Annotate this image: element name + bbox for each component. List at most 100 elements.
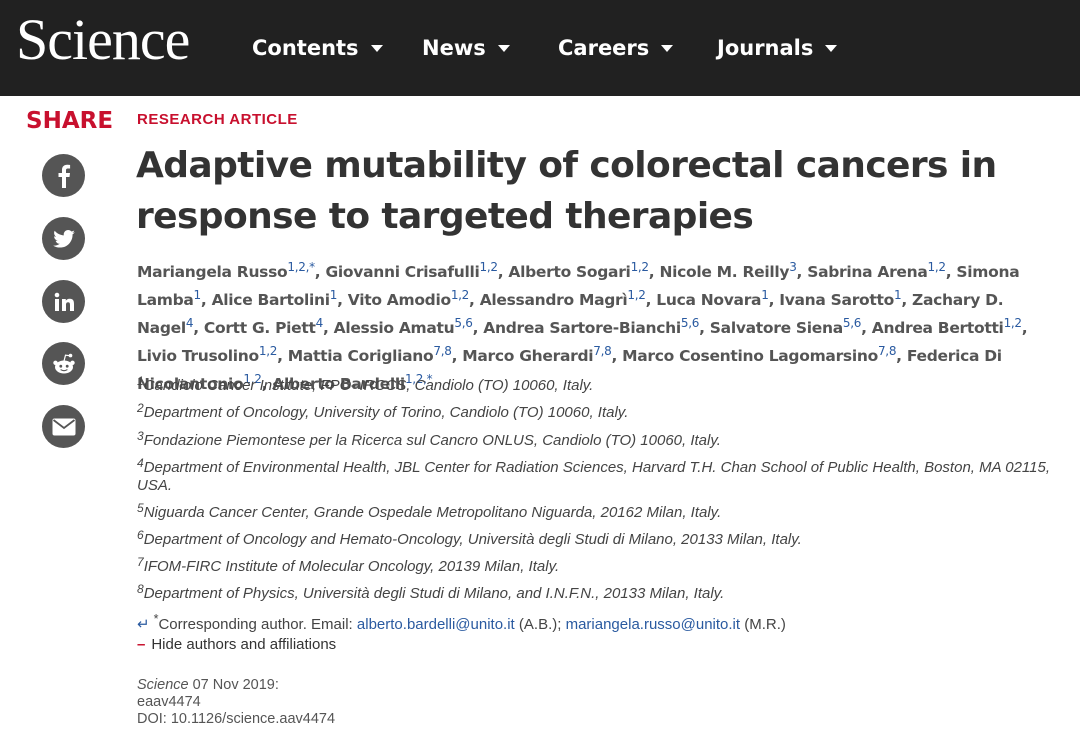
author-affiliation-marker[interactable]: 4 <box>186 316 194 330</box>
author-name[interactable]: Alessandro Magrì <box>480 291 628 309</box>
affiliation-number: 1 <box>137 374 144 388</box>
caret-down-icon <box>370 44 383 52</box>
article-id: eaav4474 <box>137 694 201 710</box>
author-name[interactable]: Vito Amodio <box>348 291 451 309</box>
corresponding-initials: (A.B.); <box>514 616 566 633</box>
author-affiliation-marker[interactable]: 1,2 <box>451 288 469 302</box>
author-affiliation-marker[interactable]: 5,6 <box>681 316 699 330</box>
author-name[interactable]: Andrea Bertotti <box>872 319 1004 337</box>
author-name[interactable]: Luca Novara <box>656 291 761 309</box>
publication-date: 07 Nov 2019: <box>188 677 279 693</box>
author-name[interactable]: Salvatore Siena <box>710 319 843 337</box>
affiliation-item: 8Department of Physics, Università degli… <box>137 582 1057 603</box>
reddit-icon <box>52 353 75 373</box>
nav-journals[interactable]: Journals <box>717 36 838 60</box>
affiliation-text: Candiolo Cancer Institute, FPO–IRCCS, Ca… <box>143 377 594 394</box>
author-affiliation-marker[interactable]: 4 <box>316 316 324 330</box>
author-name[interactable]: Mattia Corigliano <box>288 347 434 365</box>
affiliation-item: 7IFOM-FIRC Institute of Molecular Oncolo… <box>137 555 1057 576</box>
author-affiliation-marker[interactable]: 1 <box>761 288 769 302</box>
author-name[interactable]: Marco Gherardi <box>462 347 593 365</box>
nav-news[interactable]: News <box>422 36 510 60</box>
author-affiliation-marker[interactable]: 3 <box>789 260 797 274</box>
share-reddit-button[interactable] <box>42 342 85 385</box>
nav-careers[interactable]: Careers <box>558 36 674 60</box>
nav-careers-label: Careers <box>558 36 650 60</box>
article-type-label: RESEARCH ARTICLE <box>137 111 298 128</box>
share-email-button[interactable] <box>42 405 85 448</box>
author-affiliation-marker[interactable]: 1,2 <box>928 260 946 274</box>
author-name[interactable]: Nicole M. Reilly <box>659 263 789 281</box>
top-navigation-bar: Science Contents News Careers Journals <box>0 0 1080 96</box>
minus-icon: – <box>137 636 146 653</box>
author-affiliation-marker[interactable]: 1 <box>894 288 902 302</box>
author-affiliation-marker[interactable]: 1,2 <box>1004 316 1022 330</box>
affiliation-text: Fondazione Piemontese per la Ricerca sul… <box>143 432 721 449</box>
nav-contents[interactable]: Contents <box>252 36 383 60</box>
hide-authors-label: Hide authors and affiliations <box>151 636 337 653</box>
share-facebook-button[interactable] <box>42 154 85 197</box>
author-name[interactable]: Ivana Sarotto <box>779 291 894 309</box>
author-affiliation-marker[interactable]: 1 <box>330 288 338 302</box>
affiliation-text: Department of Oncology, University of To… <box>143 404 629 421</box>
science-logo[interactable]: Science <box>16 6 190 73</box>
author-name[interactable]: Mariangela Russo <box>137 263 288 281</box>
author-name[interactable]: Alice Bartolini <box>212 291 330 309</box>
author-name[interactable]: Marco Cosentino Lagomarsino <box>622 347 878 365</box>
author-name[interactable]: Sabrina Arena <box>807 263 928 281</box>
share-linkedin-button[interactable] <box>42 280 85 323</box>
author-affiliation-marker[interactable]: 1,2 <box>631 260 649 274</box>
return-arrow-icon[interactable]: ↵ <box>137 616 150 633</box>
nav-news-label: News <box>422 36 486 60</box>
affiliation-number: 2 <box>137 401 144 415</box>
author-affiliation-marker[interactable]: 5,6 <box>454 316 472 330</box>
affiliation-number: 8 <box>137 582 144 596</box>
author-affiliation-marker[interactable]: 7,8 <box>878 344 896 358</box>
affiliation-number: 7 <box>137 555 144 569</box>
email-icon <box>52 418 75 435</box>
author-name[interactable]: Livio Trusolino <box>137 347 259 365</box>
affiliation-item: 2Department of Oncology, University of T… <box>137 401 1057 422</box>
twitter-icon <box>52 229 75 248</box>
author-affiliation-marker[interactable]: 1 <box>194 288 202 302</box>
share-label: SHARE <box>26 108 114 134</box>
author-affiliation-marker[interactable]: 1,2,* <box>287 260 315 274</box>
article-title: Adaptive mutability of colorectal cancer… <box>136 145 997 237</box>
share-twitter-button[interactable] <box>42 217 85 260</box>
author-name[interactable]: Andrea Sartore-Bianchi <box>483 319 681 337</box>
corresponding-initials: (M.R.) <box>740 616 786 633</box>
affiliation-text: Niguarda Cancer Center, Grande Ospedale … <box>143 504 722 521</box>
journal-name: Science <box>137 677 189 693</box>
affiliation-number: 4 <box>137 456 144 470</box>
author-name[interactable]: Cortt G. Piett <box>204 319 316 337</box>
author-name[interactable]: Alessio Amatu <box>334 319 455 337</box>
nav-journals-label: Journals <box>717 36 814 60</box>
linkedin-icon <box>54 292 74 311</box>
email-link-bardelli[interactable]: alberto.bardelli@unito.it <box>357 616 515 633</box>
author-affiliation-marker[interactable]: 1,2 <box>480 260 498 274</box>
author-affiliation-marker[interactable]: 7,8 <box>433 344 451 358</box>
facebook-icon <box>58 164 70 188</box>
affiliation-item: 3Fondazione Piemontese per la Ricerca su… <box>137 429 1057 450</box>
hide-authors-toggle[interactable]: – Hide authors and affiliations <box>137 636 336 653</box>
author-affiliation-marker[interactable]: 1,2 <box>627 288 645 302</box>
caret-down-icon <box>497 44 510 52</box>
author-affiliation-marker[interactable]: 5,6 <box>843 316 861 330</box>
affiliation-item: 6Department of Oncology and Hemato-Oncol… <box>137 529 1057 549</box>
affiliation-item: 5Niguarda Cancer Center, Grande Ospedale… <box>137 502 1057 522</box>
email-link-russo[interactable]: mariangela.russo@unito.it <box>566 616 740 633</box>
author-affiliation-marker[interactable]: 7,8 <box>593 344 611 358</box>
affiliation-text: IFOM-FIRC Institute of Molecular Oncolog… <box>143 558 560 575</box>
corresponding-prefix: Corresponding author. Email: <box>158 616 357 633</box>
author-name[interactable]: Giovanni Crisafulli <box>325 263 479 281</box>
doi-text[interactable]: DOI: 10.1126/science.aav4474 <box>137 711 335 727</box>
author-affiliation-marker[interactable]: 1,2 <box>259 344 277 358</box>
author-name[interactable]: Alberto Sogari <box>508 263 630 281</box>
affiliation-number: 3 <box>137 429 144 443</box>
corresponding-author: ↵ *Corresponding author. Email: alberto.b… <box>137 612 786 633</box>
caret-down-icon <box>825 44 838 52</box>
affiliation-text: Department of Physics, Università degli … <box>143 585 725 602</box>
affiliation-text: Department of Environmental Health, JBL … <box>137 459 1050 494</box>
nav-contents-label: Contents <box>252 36 359 60</box>
affiliation-item: 1Candiolo Cancer Institute, FPO–IRCCS, C… <box>137 374 1057 395</box>
